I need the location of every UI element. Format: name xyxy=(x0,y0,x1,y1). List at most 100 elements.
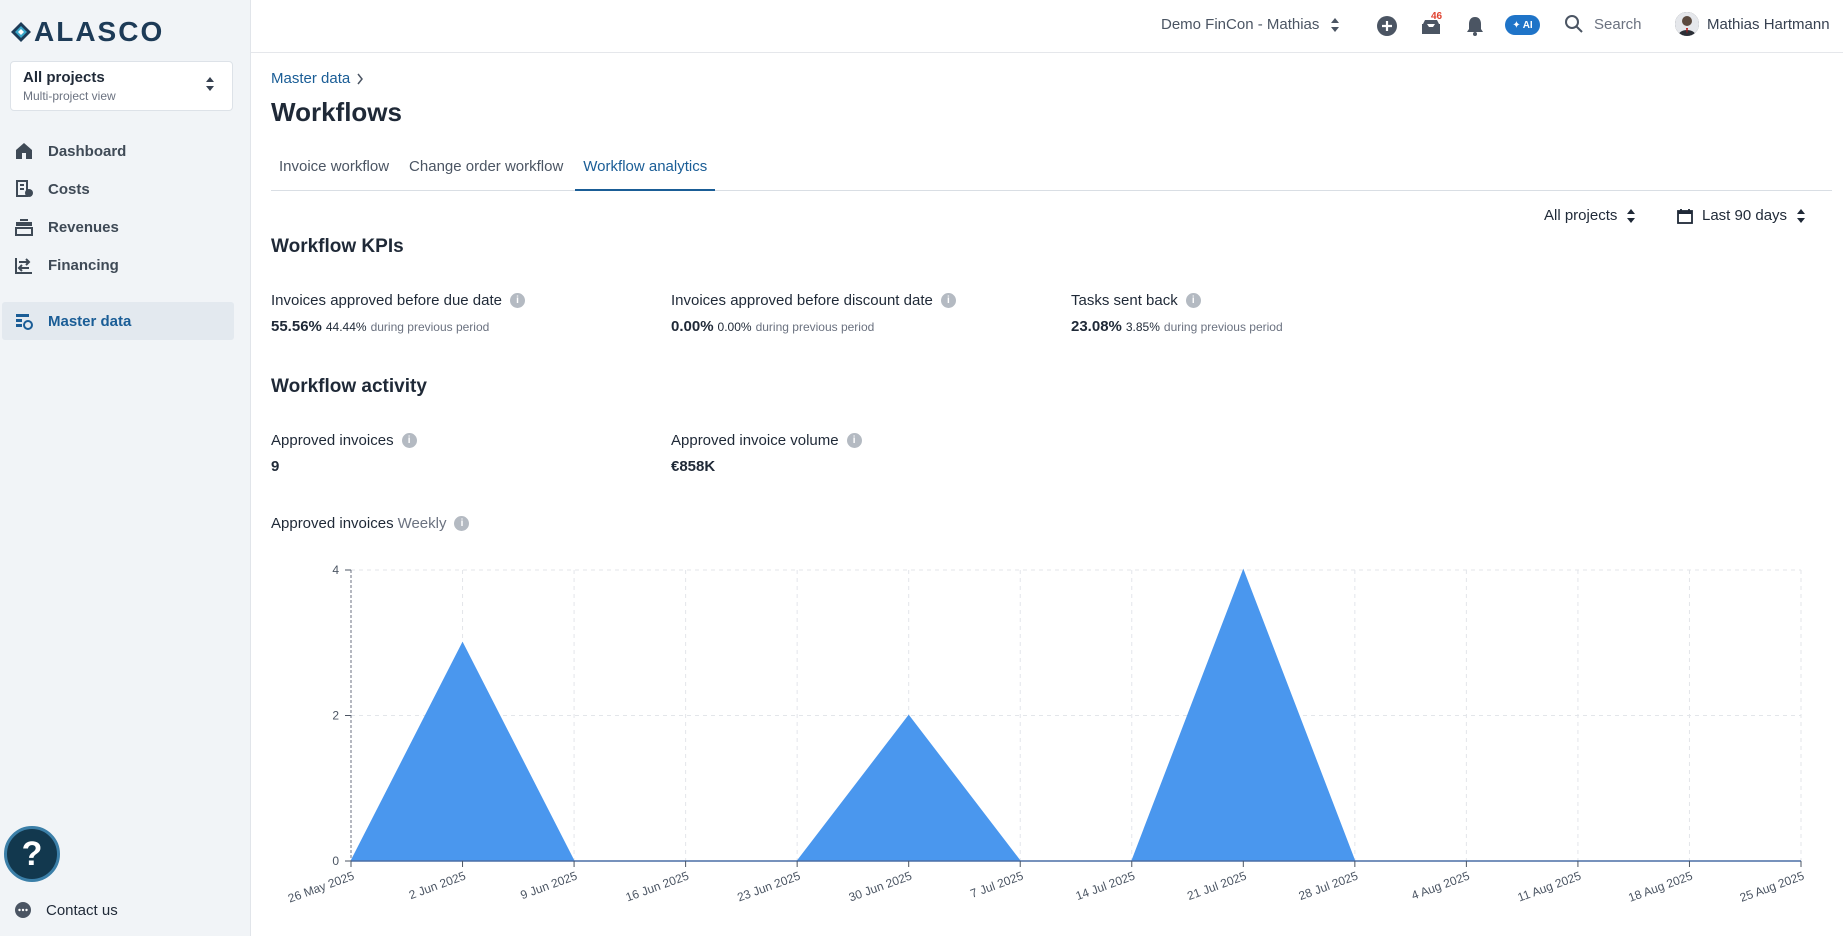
info-icon[interactable]: i xyxy=(454,516,470,531)
sidebar-item-label: Financing xyxy=(48,256,119,274)
period-filter[interactable]: Last 90 days xyxy=(1677,207,1806,224)
sidebar-item-label: Dashboard xyxy=(48,142,127,160)
contact-us-link[interactable]: Contact us xyxy=(14,901,118,919)
approved-invoices-chart: 0 2 4 26 May 2025 2 Jun 2025 9 Jun 2025 16 Jun… xyxy=(286,563,1806,906)
y-tick-label: 2 xyxy=(332,709,339,723)
revenues-icon xyxy=(15,219,33,236)
metric-value: 9 xyxy=(271,458,280,475)
metric-value: €858K xyxy=(671,458,716,475)
avatar xyxy=(1675,12,1699,36)
user-menu[interactable]: Mathias Hartmann xyxy=(1675,12,1830,36)
info-icon[interactable]: i xyxy=(940,293,956,308)
sort-caret-icon xyxy=(1627,208,1636,223)
sidebar-item-label: Master data xyxy=(48,312,132,330)
activity-section-title: Workflow activity xyxy=(271,376,427,397)
x-tick-label: 14 Jul 2025 xyxy=(1074,869,1137,903)
sidebar-item-financing[interactable]: Financing xyxy=(2,246,234,284)
kpi-approved-before-due: Invoices approved before due date i 55.56… xyxy=(271,292,525,335)
kpi-label: Invoices approved before discount date xyxy=(671,292,933,309)
sidebar: ALASCO All projects Multi-project view D… xyxy=(0,0,251,936)
user-name: Mathias Hartmann xyxy=(1707,15,1830,33)
kpi-previous-value: 3.85% xyxy=(1125,320,1160,334)
sidebar-item-label: Revenues xyxy=(48,218,119,236)
project-selector[interactable]: All projects Multi-project view xyxy=(10,61,233,111)
x-tick-label: 16 Jun 2025 xyxy=(624,869,691,905)
sort-caret-icon xyxy=(1331,17,1340,32)
metric-label: Approved invoices xyxy=(271,432,394,449)
kpi-label: Tasks sent back xyxy=(1071,292,1178,309)
kpi-previous-text: during previous period xyxy=(755,320,875,334)
x-tick-label: 11 Aug 2025 xyxy=(1516,869,1584,905)
kpi-label: Invoices approved before due date xyxy=(271,292,502,309)
info-icon[interactable]: i xyxy=(510,293,525,308)
info-icon[interactable]: i xyxy=(1185,293,1201,308)
organization-selector[interactable]: Demo FinCon - Mathias xyxy=(1161,16,1340,33)
add-circle-icon[interactable] xyxy=(1375,14,1399,38)
ai-assistant-button[interactable]: ✦ AI xyxy=(1505,15,1540,35)
alasco-logo-icon xyxy=(11,22,31,42)
page-title: Workflows xyxy=(271,97,402,127)
kpi-value: 55.56% xyxy=(271,318,322,335)
help-button[interactable]: ? xyxy=(4,826,60,882)
x-tick-label: 4 Aug 2025 xyxy=(1410,869,1472,903)
x-tick-label: 30 Jun 2025 xyxy=(847,869,914,905)
logo[interactable]: ALASCO xyxy=(10,16,164,48)
calendar-icon xyxy=(1677,208,1693,224)
metric-approved-volume: Approved invoice volume i €858K xyxy=(671,432,862,475)
organization-label: Demo FinCon - Mathias xyxy=(1161,16,1320,33)
sidebar-item-costs[interactable]: Costs xyxy=(2,170,234,208)
kpi-previous-value: 0.00% xyxy=(717,320,752,334)
sparkle-icon: ✦ xyxy=(1512,19,1521,31)
search-label: Search xyxy=(1594,15,1642,33)
x-tick-label: 21 Jul 2025 xyxy=(1185,869,1248,903)
breadcrumb-master-data: Master data xyxy=(271,70,351,87)
search-icon xyxy=(1565,15,1583,33)
y-tick-label: 4 xyxy=(332,563,339,577)
kpi-value: 0.00% xyxy=(671,318,714,335)
y-tick-label: 0 xyxy=(332,854,339,868)
x-tick-label: 18 Aug 2025 xyxy=(1626,869,1694,905)
sort-caret-icon xyxy=(1797,208,1806,223)
tab-bar: Invoice workflow Change order workflow W… xyxy=(271,148,1832,191)
chevron-right-icon xyxy=(357,73,364,84)
metric-label: Approved invoice volume xyxy=(671,432,839,449)
sidebar-nav: Dashboard Costs Revenues Financing Maste… xyxy=(2,132,234,340)
kpi-approved-before-discount: Invoices approved before discount date i … xyxy=(671,292,956,335)
kpi-tasks-sent-back: Tasks sent back i 23.08% 3.85% during previ… xyxy=(1071,292,1283,335)
sidebar-item-revenues[interactable]: Revenues xyxy=(2,208,234,246)
search-button[interactable]: Search xyxy=(1564,14,1642,34)
x-tick-label: 7 Jul 2025 xyxy=(968,869,1025,901)
chart-subtitle: Weekly xyxy=(397,515,447,532)
costs-icon xyxy=(16,180,33,197)
chat-icon xyxy=(15,902,31,918)
kpi-previous-text: during previous period xyxy=(1163,320,1283,334)
master-data-icon xyxy=(16,314,33,330)
tab-invoice-workflow[interactable]: Invoice workflow xyxy=(271,148,397,191)
sidebar-item-label: Costs xyxy=(48,180,90,198)
info-icon[interactable]: i xyxy=(846,433,862,448)
bell-icon[interactable] xyxy=(1463,14,1487,38)
project-filter-label: All projects xyxy=(1544,207,1618,224)
kpi-previous-value: 44.44% xyxy=(325,320,367,334)
logo-text: ALASCO xyxy=(34,16,165,47)
project-filter[interactable]: All projects xyxy=(1544,207,1636,224)
financing-icon xyxy=(15,258,32,274)
tab-change-order-workflow[interactable]: Change order workflow xyxy=(401,148,571,191)
x-tick-label: 28 Jul 2025 xyxy=(1297,869,1360,903)
notification-badge: 46 xyxy=(1431,11,1443,22)
sidebar-item-dashboard[interactable]: Dashboard xyxy=(2,132,234,170)
kpi-previous-text: during previous period xyxy=(370,320,490,334)
tab-workflow-analytics[interactable]: Workflow analytics xyxy=(575,148,716,191)
sort-caret-icon xyxy=(206,77,214,91)
metric-approved-invoices: Approved invoices i 9 xyxy=(271,432,417,475)
contact-us-label: Contact us xyxy=(46,901,118,919)
sidebar-item-master-data[interactable]: Master data xyxy=(2,302,234,340)
x-tick-label: 26 May 2025 xyxy=(286,869,356,906)
home-icon xyxy=(16,143,32,159)
chart-title: Approved invoices xyxy=(271,515,394,532)
project-selector-title: All projects xyxy=(23,69,105,86)
info-icon[interactable]: i xyxy=(401,433,417,448)
x-tick-label: 23 Jun 2025 xyxy=(735,869,802,905)
x-tick-label: 9 Jun 2025 xyxy=(519,869,580,903)
breadcrumb[interactable]: Master data xyxy=(271,70,364,87)
